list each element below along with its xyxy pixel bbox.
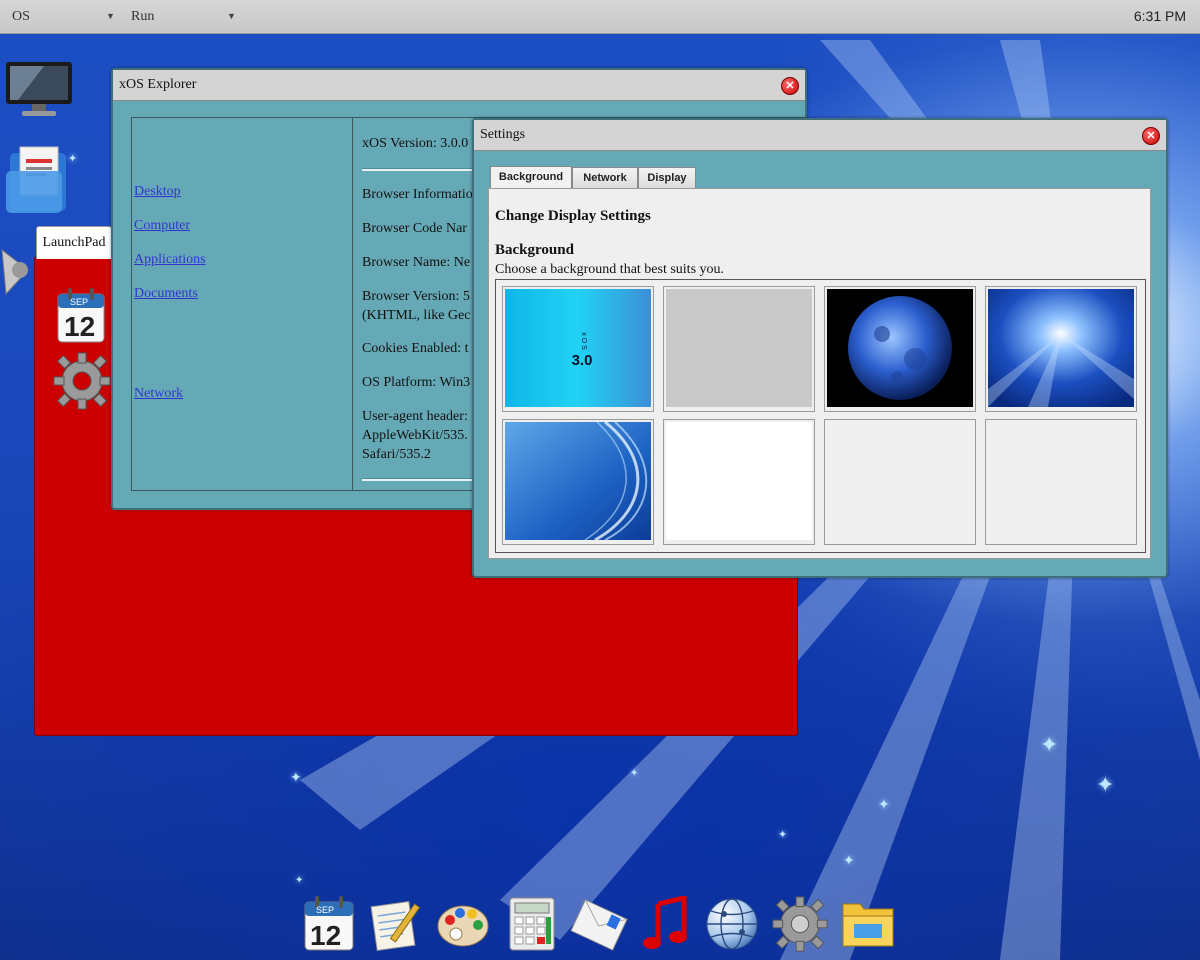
explorer-titlebar[interactable]: xOS Explorer ✕ xyxy=(113,70,805,101)
thumb-version-text: 3.0 xyxy=(572,352,593,369)
browser-info-label: Browser Informatio xyxy=(362,187,473,202)
star-sparkle: ✦ xyxy=(1096,773,1115,798)
settings-gear-icon[interactable] xyxy=(53,352,111,415)
clock: 6:31 PM xyxy=(1133,8,1186,24)
menu-run[interactable]: Run ▼ xyxy=(131,0,241,33)
wallpaper-option[interactable] xyxy=(985,286,1137,412)
wallpaper-option[interactable] xyxy=(663,286,815,412)
star-sparkle: ✦ xyxy=(290,770,302,786)
paint-palette-icon[interactable] xyxy=(436,896,490,952)
wallpaper-white-thumb xyxy=(666,422,812,540)
wallpaper-wave-thumb xyxy=(505,422,651,540)
star-sparkle: ✦ xyxy=(630,768,639,779)
wallpaper-gray-thumb xyxy=(666,289,812,407)
calculator-icon[interactable] xyxy=(505,896,559,952)
nav-link-documents[interactable]: Documents xyxy=(134,286,198,302)
music-icon[interactable] xyxy=(640,894,694,952)
dock-calendar-icon[interactable]: SEP 12 xyxy=(302,896,356,952)
documents-folder-icon[interactable] xyxy=(4,145,70,222)
wallpaper-option[interactable] xyxy=(502,419,654,545)
user-agent-line-2: AppleWebKit/535. xyxy=(362,428,468,443)
background-panel: Change Display Settings Background Choos… xyxy=(488,188,1151,559)
wallpaper-grid: x O S 3.0 xyxy=(495,279,1146,553)
chevron-down-icon: ▼ xyxy=(227,11,236,21)
wallpaper-moon-thumb xyxy=(827,289,973,407)
launchpad-tab[interactable]: LaunchPad xyxy=(36,226,112,259)
monitor-icon[interactable] xyxy=(4,60,74,125)
satellite-icon[interactable] xyxy=(0,240,36,305)
calendar-day: 12 xyxy=(64,311,95,342)
thumb-os-text: x O S xyxy=(580,332,587,350)
nav-link-applications[interactable]: Applications xyxy=(134,252,206,268)
star-sparkle: ✦ xyxy=(878,797,890,813)
star-sparkle: ✦ xyxy=(843,853,855,869)
settings-titlebar[interactable]: Settings ✕ xyxy=(474,120,1166,151)
tab-background[interactable]: Background xyxy=(490,166,572,189)
folder-icon[interactable] xyxy=(840,896,894,952)
settings-title: Settings xyxy=(480,127,526,142)
settings-window: Settings ✕ Background Network Display Ch… xyxy=(472,118,1168,578)
menu-os[interactable]: OS ▼ xyxy=(12,0,122,33)
dock-calendar-month: SEP xyxy=(316,905,334,915)
nav-link-desktop[interactable]: Desktop xyxy=(134,184,181,200)
browser-name: Browser Name: Ne xyxy=(362,255,471,270)
wallpaper-option[interactable] xyxy=(663,419,815,545)
calendar-icon[interactable]: SEP 12 xyxy=(56,288,106,349)
user-agent-line-3: Safari/535.2 xyxy=(362,447,431,462)
os-platform: OS Platform: Win3 xyxy=(362,375,471,390)
star-sparkle: ✦ xyxy=(778,828,788,841)
mail-icon[interactable] xyxy=(570,896,628,952)
menu-os-label: OS xyxy=(12,9,30,24)
browser-globe-icon[interactable] xyxy=(704,896,758,952)
nav-link-network[interactable]: Network xyxy=(134,386,183,402)
browser-version-cont: (KHTML, like Gec xyxy=(362,308,471,323)
section-description: Choose a background that best suits you. xyxy=(495,262,725,277)
nav-link-computer[interactable]: Computer xyxy=(134,218,190,234)
wallpaper-option[interactable] xyxy=(824,419,976,545)
chevron-down-icon: ▼ xyxy=(106,11,115,21)
settings-gear-icon[interactable] xyxy=(772,896,828,952)
browser-code-name: Browser Code Nar xyxy=(362,221,467,236)
close-icon[interactable]: ✕ xyxy=(1142,127,1160,145)
user-agent-label: User-agent header: xyxy=(362,409,468,424)
wallpaper-option[interactable]: x O S 3.0 xyxy=(502,286,654,412)
wallpaper-xos-thumb: x O S 3.0 xyxy=(505,289,651,407)
wallpaper-option[interactable] xyxy=(985,419,1137,545)
notepad-icon[interactable] xyxy=(368,896,422,952)
cookies-enabled: Cookies Enabled: t xyxy=(362,341,469,356)
tab-display[interactable]: Display xyxy=(638,167,696,188)
dock-calendar-day: 12 xyxy=(310,920,341,951)
menu-run-label: Run xyxy=(131,9,155,24)
star-sparkle: ✦ xyxy=(295,875,304,886)
panel-heading: Change Display Settings xyxy=(495,208,651,224)
close-icon[interactable]: ✕ xyxy=(781,77,799,95)
star-sparkle: ✦ xyxy=(1040,733,1059,758)
browser-version: Browser Version: 5 xyxy=(362,289,470,304)
wallpaper-burst-thumb xyxy=(988,289,1134,407)
explorer-sidebar: Desktop Computer Applications Documents … xyxy=(132,118,353,490)
top-menu-bar: OS ▼ Run ▼ 6:31 PM xyxy=(0,0,1200,34)
os-version: xOS Version: 3.0.0 xyxy=(362,136,469,151)
calendar-month: SEP xyxy=(70,297,88,307)
section-title: Background xyxy=(495,242,574,258)
explorer-title: xOS Explorer xyxy=(119,77,197,92)
tab-network[interactable]: Network xyxy=(572,167,638,188)
wallpaper-option[interactable] xyxy=(824,286,976,412)
